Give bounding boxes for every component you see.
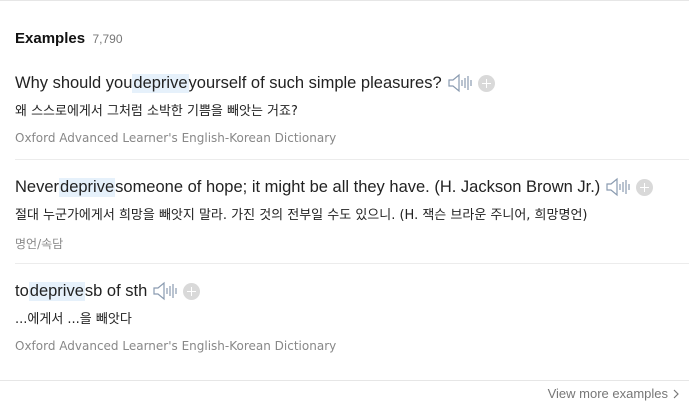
add-to-wordbook-icon[interactable] xyxy=(477,74,495,92)
sentence-text: to xyxy=(15,281,29,300)
sentence-text: Why should you xyxy=(15,73,133,92)
speaker-icon[interactable] xyxy=(448,73,472,93)
row-divider xyxy=(15,159,689,160)
chevron-right-icon xyxy=(673,389,679,398)
top-divider xyxy=(0,0,689,1)
footer-divider xyxy=(0,380,689,381)
sentence-text: yourself of such simple pleasures? xyxy=(188,73,442,92)
add-to-wordbook-icon[interactable] xyxy=(183,282,201,300)
example-source: 명언/속담 xyxy=(15,237,64,251)
speaker-icon[interactable] xyxy=(153,281,177,301)
example-sentence: Why should you deprive yourself of such … xyxy=(15,71,689,95)
example-sentence: Never deprive someone of hope; it might … xyxy=(15,175,689,199)
example-count: 7,790 xyxy=(92,32,123,46)
section-title: Examples xyxy=(15,30,86,47)
example-sentence: to deprive sb of sth xyxy=(15,279,689,303)
speaker-icon[interactable] xyxy=(606,177,630,197)
add-to-wordbook-icon[interactable] xyxy=(636,178,654,196)
sentence-text: Never xyxy=(15,177,60,196)
example-item: Why should you deprive yourself of such … xyxy=(15,71,689,145)
example-item: Never deprive someone of hope; it might … xyxy=(15,175,689,252)
keyword-highlight[interactable]: deprive xyxy=(59,177,116,197)
keyword-highlight[interactable]: deprive xyxy=(28,281,85,301)
view-more-examples-link[interactable]: View more examples xyxy=(548,386,679,401)
example-source: Oxford Advanced Learner's English-Korean… xyxy=(15,339,337,353)
example-translation: 절대 누군가에게서 희망을 빼앗지 말라. 가진 것의 전부일 수도 있으니. … xyxy=(15,208,588,223)
example-translation: ...에게서 ...을 빼앗다 xyxy=(15,312,132,327)
example-source: Oxford Advanced Learner's English-Korean… xyxy=(15,131,337,145)
example-item: to deprive sb of sth ...에게서 ...을 빼앗다 Oxf… xyxy=(15,279,689,353)
example-translation: 왜 스스로에게서 그처럼 소박한 기쁨을 빼앗는 거죠? xyxy=(15,104,298,119)
row-divider xyxy=(15,263,689,264)
view-more-label: View more examples xyxy=(547,386,668,401)
sentence-text: sb of sth xyxy=(84,281,148,300)
keyword-highlight[interactable]: deprive xyxy=(132,73,189,93)
examples-header: Examples 7,790 xyxy=(15,30,123,48)
sentence-text: someone of hope; it might be all they ha… xyxy=(115,177,601,196)
